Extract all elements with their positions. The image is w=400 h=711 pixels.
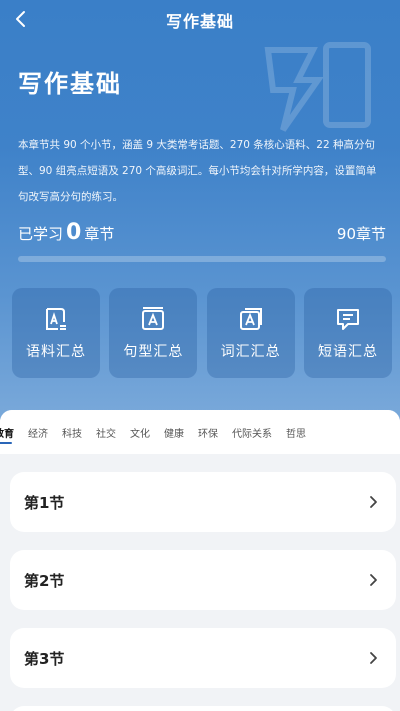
progress-bar <box>18 256 386 262</box>
tool-label: 语料汇总 <box>26 344 86 360</box>
list-item[interactable]: 第3节 <box>10 628 396 688</box>
tab-philosophy[interactable]: 哲思 <box>286 410 306 454</box>
chevron-right-icon <box>370 574 377 586</box>
topic-tabs: 教育 经济 科技 社交 文化 健康 环保 代际关系 哲思 <box>0 410 400 454</box>
page-title: 写作基础 <box>18 70 122 98</box>
progress-summary: 已学习 0 章节 90章节 <box>18 214 386 244</box>
list-item[interactable]: 第1节 <box>10 472 396 532</box>
tab-social[interactable]: 社交 <box>96 410 116 454</box>
back-button[interactable] <box>8 6 34 32</box>
learned-suffix: 章节 <box>84 225 115 243</box>
hero-banner: 写作基础 写作基础 本章节共 90 个小节，涵盖 9 大类常考话题、270 条核… <box>0 0 400 420</box>
nav-bar: 写作基础 <box>0 0 400 40</box>
phrase-icon <box>336 309 359 330</box>
learned-number: 0 <box>66 220 82 245</box>
section-label: 第2节 <box>24 571 65 590</box>
tool-label: 短语汇总 <box>317 344 378 360</box>
total-sections: 90章节 <box>336 225 386 243</box>
section-label: 第3节 <box>24 649 65 668</box>
tab-technology[interactable]: 科技 <box>62 410 82 454</box>
section-list: 第1节 第2节 第3节 <box>10 472 396 711</box>
chevron-right-icon <box>370 496 377 508</box>
tab-education[interactable]: 教育 <box>0 410 14 454</box>
tool-label: 词汇汇总 <box>220 344 281 360</box>
nav-title: 写作基础 <box>165 12 234 31</box>
chevron-right-icon <box>370 652 377 664</box>
summary-tools: 语料汇总 句型汇总 词汇汇总 短语汇总 <box>12 288 392 378</box>
tool-vocabulary-summary[interactable]: 词汇汇总 <box>206 288 295 378</box>
section-panel: 教育 经济 科技 社交 文化 健康 环保 代际关系 哲思 第1节 第2节 第3节 <box>0 410 400 711</box>
tab-generations[interactable]: 代际关系 <box>232 410 272 454</box>
tab-environment[interactable]: 环保 <box>198 410 218 454</box>
corpus-icon <box>46 308 66 330</box>
tool-sentence-summary[interactable]: 句型汇总 <box>109 288 198 378</box>
tab-economy[interactable]: 经济 <box>28 410 48 454</box>
tab-culture[interactable]: 文化 <box>130 410 150 454</box>
section-label: 第1节 <box>24 493 65 512</box>
vocabulary-icon <box>239 308 262 330</box>
tab-health[interactable]: 健康 <box>164 410 184 454</box>
learned-count: 已学习 0 章节 <box>18 222 114 244</box>
sentence-pattern-icon <box>142 307 165 330</box>
list-item[interactable]: 第2节 <box>10 550 396 610</box>
chevron-left-icon <box>16 11 25 27</box>
tool-corpus-summary[interactable]: 语料汇总 <box>12 288 100 378</box>
list-item-partial[interactable] <box>10 706 396 711</box>
tool-phrase-summary[interactable]: 短语汇总 <box>303 288 392 378</box>
chapter-description: 本章节共 90 个小节，涵盖 9 大类常考话题、270 条核心语料、22 种高分… <box>18 139 377 203</box>
learned-prefix: 已学习 <box>18 225 64 243</box>
tool-label: 句型汇总 <box>123 344 184 360</box>
watermark-logo-icon <box>264 42 371 132</box>
